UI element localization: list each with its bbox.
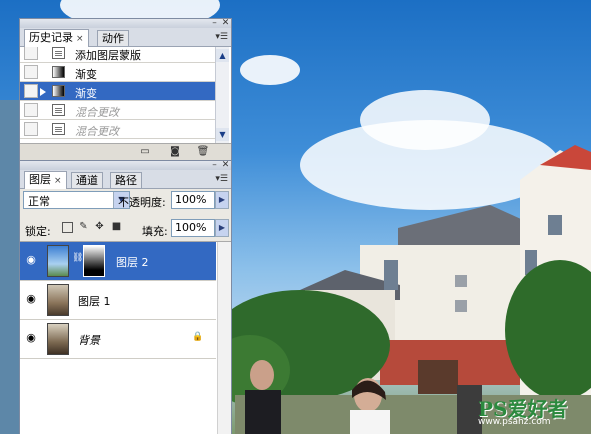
tab-paths-label: 路径 — [115, 174, 137, 187]
history-scrollbar[interactable]: ▲ ▼ — [215, 47, 229, 143]
layer-name[interactable]: 背景 — [78, 332, 100, 348]
tab-close-icon[interactable]: × — [54, 176, 62, 186]
tab-channels-label: 通道 — [76, 174, 98, 187]
layers-panel: – ✕ 图层 × 通道 路径 ▾☰ 正常 ▼ 不透明度: 100% ▶ 锁定: ✎… — [19, 160, 232, 434]
tab-layers-label: 图层 — [29, 173, 51, 186]
history-item[interactable]: 渐变 — [20, 63, 216, 82]
tab-actions[interactable]: 动作 — [97, 30, 129, 46]
history-item-label: 添加图层蒙版 — [75, 49, 141, 62]
tab-paths[interactable]: 路径 — [110, 172, 142, 188]
left-building — [0, 100, 19, 434]
layer-name[interactable]: 图层 2 — [116, 254, 149, 270]
history-tab-bar: 历史记录 × 动作 ▾☰ — [20, 28, 231, 47]
history-bottom-bar: ▭ ◙ 🗑 — [20, 143, 231, 161]
minimize-icon[interactable]: – — [210, 161, 219, 170]
history-item-label: 渐变 — [75, 87, 97, 100]
watermark-url: www.psahz.com — [478, 417, 551, 427]
tab-channels[interactable]: 通道 — [71, 172, 103, 188]
eye-icon[interactable]: ◉ — [24, 332, 38, 344]
close-icon[interactable]: ✕ — [221, 19, 230, 28]
eye-icon[interactable]: ◉ — [24, 254, 38, 266]
layer-row-selected[interactable]: ◉ ⛓ 图层 2 — [20, 242, 216, 281]
opacity-input[interactable]: 100% — [171, 191, 215, 209]
document-icon — [52, 123, 65, 135]
opacity-slider-button[interactable]: ▶ — [215, 191, 229, 209]
layer-thumbnail — [47, 284, 69, 316]
history-panel: – ✕ 历史记录 × 动作 ▾☰ 添加图层蒙版 渐变 渐变 混合更改 混合更改 … — [19, 18, 232, 161]
lock-icon: 🔒 — [192, 332, 204, 342]
minimize-icon[interactable]: – — [210, 19, 219, 28]
watermark: PS爱好者 www.psahz.com — [478, 393, 586, 431]
fill-label: 填充: — [142, 225, 168, 238]
history-item-selected[interactable]: 渐变 — [20, 82, 216, 101]
history-item[interactable]: 混合更改 — [20, 101, 216, 120]
new-snapshot-icon[interactable]: ◙ — [168, 146, 182, 158]
lock-position-icon[interactable]: ✥ — [94, 221, 105, 232]
fill-input[interactable]: 100% — [171, 219, 215, 237]
trash-icon[interactable]: 🗑 — [196, 146, 210, 158]
history-item-label: 混合更改 — [75, 106, 119, 119]
layer-row[interactable]: ◉ 图层 1 — [20, 281, 216, 320]
tab-layers[interactable]: 图层 × — [24, 171, 67, 189]
tab-actions-label: 动作 — [102, 32, 124, 45]
tab-history-label: 历史记录 — [29, 31, 73, 44]
tab-close-icon[interactable]: × — [76, 34, 84, 44]
panel-menu-icon[interactable]: ▾☰ — [215, 174, 228, 184]
layer-row[interactable]: ◉ 背景 🔒 — [20, 320, 216, 359]
close-icon[interactable]: ✕ — [221, 161, 230, 170]
history-state-slider-icon[interactable] — [40, 88, 46, 96]
layers-tab-bar: 图层 × 通道 路径 ▾☰ — [20, 170, 231, 189]
document-icon — [52, 47, 65, 59]
fill-slider-button[interactable]: ▶ — [215, 219, 229, 237]
lock-all-icon[interactable]: ■ — [111, 221, 122, 232]
new-document-from-state-icon[interactable]: ▭ — [138, 146, 152, 158]
mask-thumbnail[interactable] — [83, 245, 105, 277]
history-source-checkbox[interactable] — [24, 84, 38, 98]
history-item[interactable]: 混合更改 — [20, 120, 216, 139]
history-source-checkbox[interactable] — [24, 122, 38, 136]
panel-grip[interactable]: – ✕ — [20, 161, 231, 170]
link-icon[interactable]: ⛓ — [72, 253, 83, 263]
gradient-icon — [52, 85, 65, 97]
layer-thumbnail — [47, 323, 69, 355]
history-source-checkbox[interactable] — [24, 103, 38, 117]
history-item[interactable]: 添加图层蒙版 — [20, 47, 216, 63]
blend-mode-select[interactable]: 正常 ▼ — [23, 191, 130, 209]
opacity-label: 不透明度: — [118, 196, 166, 209]
history-item-label: 混合更改 — [75, 125, 119, 138]
lock-label: 锁定: — [25, 225, 51, 238]
document-icon — [52, 104, 65, 116]
history-list: 添加图层蒙版 渐变 渐变 混合更改 混合更改 ▲ ▼ — [20, 47, 231, 143]
history-source-checkbox[interactable] — [24, 65, 38, 79]
lock-image-icon[interactable]: ✎ — [78, 221, 89, 232]
eye-icon[interactable]: ◉ — [24, 293, 38, 305]
panel-grip[interactable]: – ✕ — [20, 19, 231, 28]
scroll-down-icon[interactable]: ▼ — [216, 128, 229, 141]
scroll-up-icon[interactable]: ▲ — [216, 49, 229, 62]
panel-menu-icon[interactable]: ▾☰ — [215, 32, 228, 42]
history-source-checkbox[interactable] — [24, 47, 38, 60]
blend-mode-value: 正常 — [28, 195, 50, 208]
history-item-label: 渐变 — [75, 68, 97, 81]
lock-transparent-icon[interactable] — [62, 222, 73, 233]
tab-history[interactable]: 历史记录 × — [24, 29, 89, 47]
layer-list: ◉ ⛓ 图层 2 ◉ 图层 1 ◉ 背景 🔒 — [20, 241, 231, 434]
layer-name[interactable]: 图层 1 — [78, 293, 111, 309]
gradient-icon — [52, 66, 65, 78]
layers-scrollbar[interactable] — [217, 242, 231, 434]
layer-thumbnail — [47, 245, 69, 277]
